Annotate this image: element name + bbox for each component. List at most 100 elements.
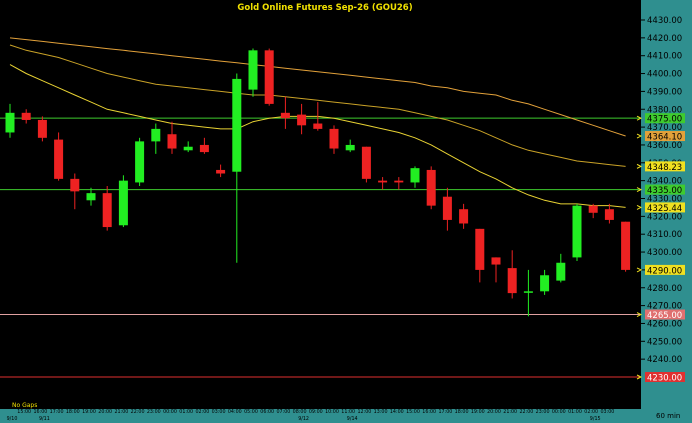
x-time-label: 13:00 bbox=[374, 409, 388, 415]
candle-body bbox=[313, 123, 323, 129]
timeframe-label: 60 min bbox=[656, 412, 680, 420]
candle-body bbox=[556, 262, 566, 281]
x-time-label: 09:00 bbox=[309, 409, 323, 415]
x-time-label: 00:00 bbox=[552, 409, 566, 415]
candle-body bbox=[151, 128, 161, 142]
x-date-label: 9/11 bbox=[39, 416, 50, 422]
candle-body bbox=[394, 180, 404, 183]
x-time-label: 22:00 bbox=[131, 409, 145, 415]
x-time-label: 22:00 bbox=[519, 409, 533, 415]
y-tick-label: 4390.00 bbox=[647, 87, 682, 97]
candle-body bbox=[621, 221, 631, 270]
candle-body bbox=[345, 144, 355, 151]
candle-body bbox=[572, 205, 582, 258]
x-time-label: 16:00 bbox=[33, 409, 47, 415]
candle bbox=[135, 137, 145, 187]
candle-body bbox=[491, 257, 501, 265]
candle-body bbox=[329, 128, 339, 149]
x-time-label: 20:00 bbox=[487, 409, 501, 415]
y-tick-label: 4420.00 bbox=[647, 34, 682, 44]
y-tick-label: 4400.00 bbox=[647, 70, 682, 80]
chart-title: Gold Online Futures Sep-26 (GOU26) bbox=[237, 3, 412, 13]
candle-body bbox=[264, 50, 274, 104]
price-tag-label: 4375.00 bbox=[647, 115, 682, 125]
candle-body bbox=[199, 144, 209, 153]
x-time-label: 19:00 bbox=[82, 409, 96, 415]
x-time-label: 01:00 bbox=[568, 409, 582, 415]
price-tag-label: 4335.00 bbox=[647, 186, 682, 196]
candle-body bbox=[378, 180, 388, 183]
x-date-label: 9/15 bbox=[590, 416, 601, 422]
x-time-label: 14:00 bbox=[390, 409, 404, 415]
x-time-label: 03:00 bbox=[600, 409, 614, 415]
y-tick-label: 4410.00 bbox=[647, 52, 682, 62]
candle-body bbox=[70, 178, 80, 192]
candle-body bbox=[280, 112, 290, 119]
candle bbox=[426, 166, 436, 210]
candle bbox=[361, 146, 371, 183]
y-tick-label: 4430.00 bbox=[647, 16, 682, 26]
y-tick-label: 4250.00 bbox=[647, 337, 682, 347]
x-time-label: 23:00 bbox=[147, 409, 161, 415]
candle-body bbox=[135, 141, 145, 183]
candle bbox=[54, 132, 64, 181]
candle-body bbox=[86, 193, 96, 201]
candle bbox=[248, 48, 258, 97]
price-tag-label: 4290.00 bbox=[647, 266, 682, 276]
candle-body bbox=[216, 169, 226, 174]
candle bbox=[37, 116, 47, 142]
y-tick-label: 4300.00 bbox=[647, 248, 682, 258]
candle-body bbox=[102, 193, 112, 228]
candle-body bbox=[410, 168, 420, 183]
x-time-label: 20:00 bbox=[98, 409, 112, 415]
price-tag-label: 4348.23 bbox=[647, 163, 682, 173]
x-time-label: 06:00 bbox=[260, 409, 274, 415]
x-time-label: 04:00 bbox=[228, 409, 242, 415]
x-time-label: 07:00 bbox=[276, 409, 290, 415]
price-tag-label: 4325.44 bbox=[647, 204, 682, 214]
candle-body bbox=[54, 139, 64, 179]
candle bbox=[118, 175, 128, 228]
x-time-label: 05:00 bbox=[244, 409, 258, 415]
candle-body bbox=[459, 209, 469, 224]
x-time-label: 08:00 bbox=[293, 409, 307, 415]
x-date-label: 9/10 bbox=[7, 416, 18, 422]
x-time-label: 02:00 bbox=[195, 409, 209, 415]
price-tag-label: 4364.10 bbox=[647, 133, 682, 143]
y-tick-label: 4310.00 bbox=[647, 230, 682, 240]
x-time-label: 18:00 bbox=[66, 409, 80, 415]
x-time-label: 01:00 bbox=[179, 409, 193, 415]
x-time-label: 21:00 bbox=[503, 409, 517, 415]
price-tag-label: 4265.00 bbox=[647, 311, 682, 321]
price-tag-label: 4230.00 bbox=[647, 374, 682, 384]
gold-futures-chart: 4240.004250.004260.004270.004280.004290.… bbox=[0, 0, 692, 423]
no-gaps-label: No Gaps bbox=[12, 402, 37, 409]
candle-body bbox=[183, 146, 193, 151]
x-time-label: 19:00 bbox=[471, 409, 485, 415]
y-tick-label: 4280.00 bbox=[647, 284, 682, 294]
candle-body bbox=[604, 209, 614, 220]
candle bbox=[621, 221, 631, 272]
x-time-label: 02:00 bbox=[584, 409, 598, 415]
candle-body bbox=[21, 112, 31, 120]
x-time-label: 16:00 bbox=[422, 409, 436, 415]
candle-body bbox=[540, 275, 550, 292]
candle-body bbox=[118, 180, 128, 226]
candle-body bbox=[361, 146, 371, 179]
x-date-label: 9/14 bbox=[347, 416, 358, 422]
candle-body bbox=[167, 134, 177, 149]
y-tick-label: 4240.00 bbox=[647, 355, 682, 365]
x-time-label: 15:00 bbox=[406, 409, 420, 415]
x-time-label: 00:00 bbox=[163, 409, 177, 415]
candle-body bbox=[426, 169, 436, 206]
candle-body bbox=[475, 228, 485, 270]
x-time-label: 18:00 bbox=[455, 409, 469, 415]
x-time-label: 15:00 bbox=[17, 409, 31, 415]
x-time-label: 11:00 bbox=[341, 409, 355, 415]
candle bbox=[572, 203, 582, 261]
x-time-label: 23:00 bbox=[536, 409, 550, 415]
x-time-label: 21:00 bbox=[114, 409, 128, 415]
candle-body bbox=[297, 114, 307, 126]
candle-body bbox=[37, 119, 47, 138]
candle-body bbox=[232, 78, 242, 172]
